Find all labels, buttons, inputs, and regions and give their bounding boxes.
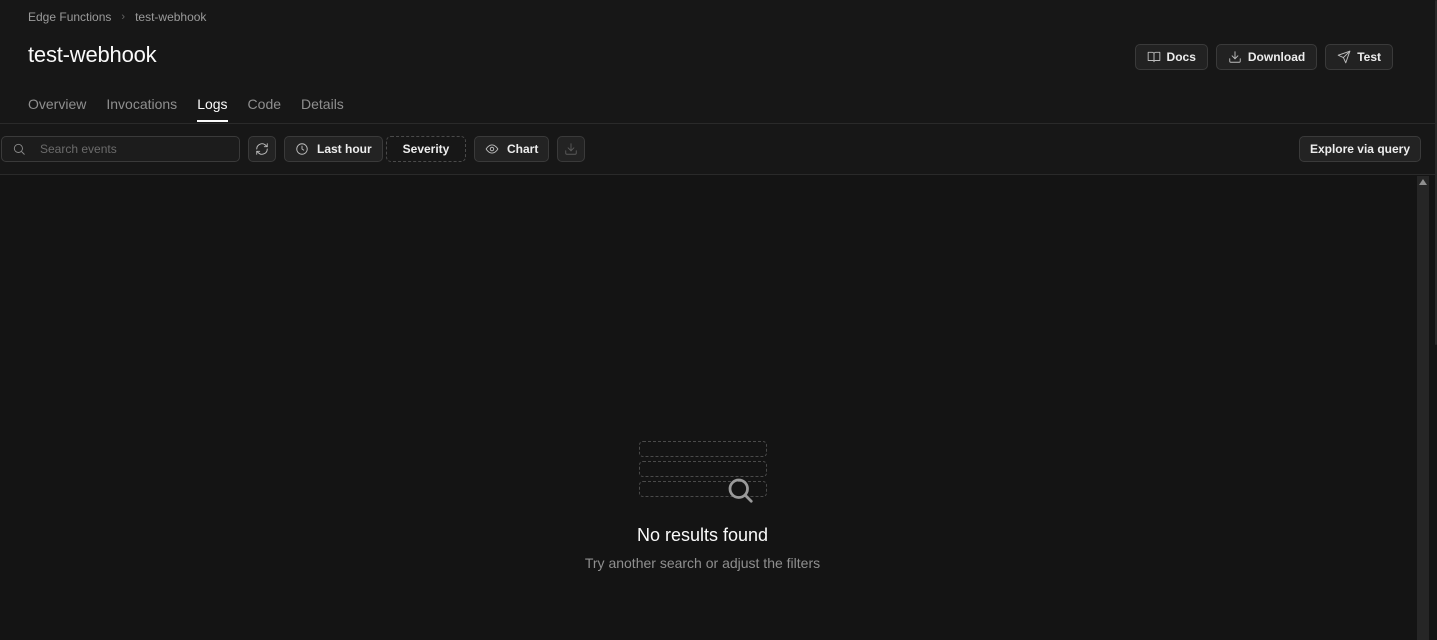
chevron-right-icon: › [121, 11, 126, 23]
search-input[interactable] [40, 142, 220, 156]
time-range-label: Last hour [317, 142, 372, 156]
empty-state-subtitle: Try another search or adjust the filters [584, 555, 821, 571]
chart-toggle-button[interactable]: Chart [474, 136, 550, 162]
tab-invocations[interactable]: Invocations [106, 96, 177, 122]
page-header: Edge Functions › test-webhook test-webho… [0, 0, 1437, 124]
tab-overview[interactable]: Overview [28, 96, 86, 122]
refresh-button[interactable] [248, 136, 276, 162]
header-actions: Docs Download Test [1134, 44, 1393, 70]
test-button-label: Test [1357, 50, 1381, 64]
severity-label: Severity [402, 142, 450, 156]
search-icon [13, 143, 25, 155]
breadcrumb-current: test-webhook [135, 10, 207, 24]
clock-icon [296, 143, 308, 155]
test-button[interactable]: Test [1325, 44, 1393, 70]
empty-state-graphic [639, 441, 767, 505]
time-range-button[interactable]: Last hour [284, 136, 383, 162]
refresh-icon [256, 143, 268, 155]
book-icon [1147, 51, 1160, 63]
download-button[interactable]: Download [1215, 44, 1318, 70]
download-button-label: Download [1247, 50, 1306, 64]
tab-details[interactable]: Details [301, 96, 344, 122]
chart-label: Chart [507, 142, 539, 156]
empty-state-title: No results found [636, 525, 769, 545]
tab-logs[interactable]: Logs [197, 96, 228, 122]
empty-state: No results found Try another search or a… [0, 175, 1405, 640]
severity-filter-button[interactable]: Severity [386, 136, 466, 162]
docs-button[interactable]: Docs [1134, 44, 1208, 70]
breadcrumb-edge-functions[interactable]: Edge Functions [28, 10, 111, 24]
docs-button-label: Docs [1166, 50, 1196, 64]
download-icon [565, 143, 577, 155]
eye-icon [485, 144, 499, 154]
export-button[interactable] [557, 136, 585, 162]
explore-via-query-button[interactable]: Explore via query [1298, 136, 1421, 162]
tab-bar: Overview Invocations Logs Code Details [28, 96, 344, 122]
search-icon [728, 478, 753, 503]
logs-toolbar: Last hour Severity Chart Explore via que… [0, 124, 1437, 175]
download-icon [1229, 51, 1241, 63]
tab-code[interactable]: Code [248, 96, 281, 122]
page-title: test-webhook [28, 42, 157, 67]
send-icon [1337, 50, 1351, 64]
breadcrumb: Edge Functions › test-webhook [28, 10, 206, 24]
scroll-up-arrow-icon[interactable] [1419, 179, 1427, 185]
explore-label: Explore via query [1309, 142, 1410, 156]
placeholder-row [639, 441, 767, 457]
search-box [1, 136, 240, 162]
scrollbar[interactable] [1417, 176, 1429, 640]
